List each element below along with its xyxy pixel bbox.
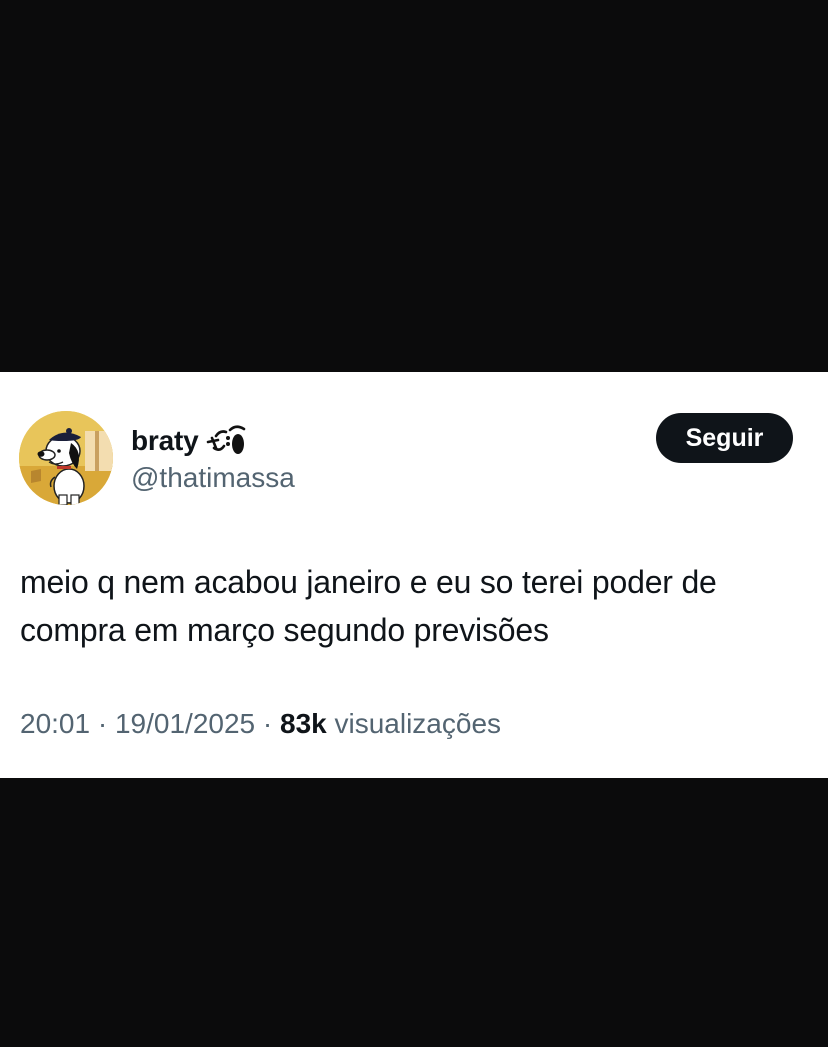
top-black-band xyxy=(0,0,828,372)
meta-separator: · xyxy=(97,708,115,739)
follow-button[interactable]: Seguir xyxy=(656,413,793,463)
author-name-row: braty xyxy=(131,424,250,458)
tweet-card: braty @thatimassa Seguir meio q nem acab… xyxy=(0,372,828,778)
author-display-name[interactable]: braty xyxy=(131,425,199,457)
views-count[interactable]: 83k xyxy=(280,708,327,739)
smiling-face-with-tear-icon xyxy=(206,424,250,458)
tweet-meta: 20:01 · 19/01/2025 · 83k visualizações xyxy=(20,708,501,740)
bottom-black-band xyxy=(0,778,828,1047)
views-label: visualizações xyxy=(334,708,502,739)
author-handle[interactable]: @thatimassa xyxy=(131,462,295,494)
tweet-time[interactable]: 20:01 xyxy=(20,708,90,739)
tweet-date[interactable]: 19/01/2025 xyxy=(115,708,255,739)
snoopy-avatar-icon xyxy=(19,411,113,505)
meta-separator: · xyxy=(262,708,280,739)
tweet-text: meio q nem acabou janeiro e eu so terei … xyxy=(20,564,717,648)
author-avatar[interactable] xyxy=(19,411,113,505)
